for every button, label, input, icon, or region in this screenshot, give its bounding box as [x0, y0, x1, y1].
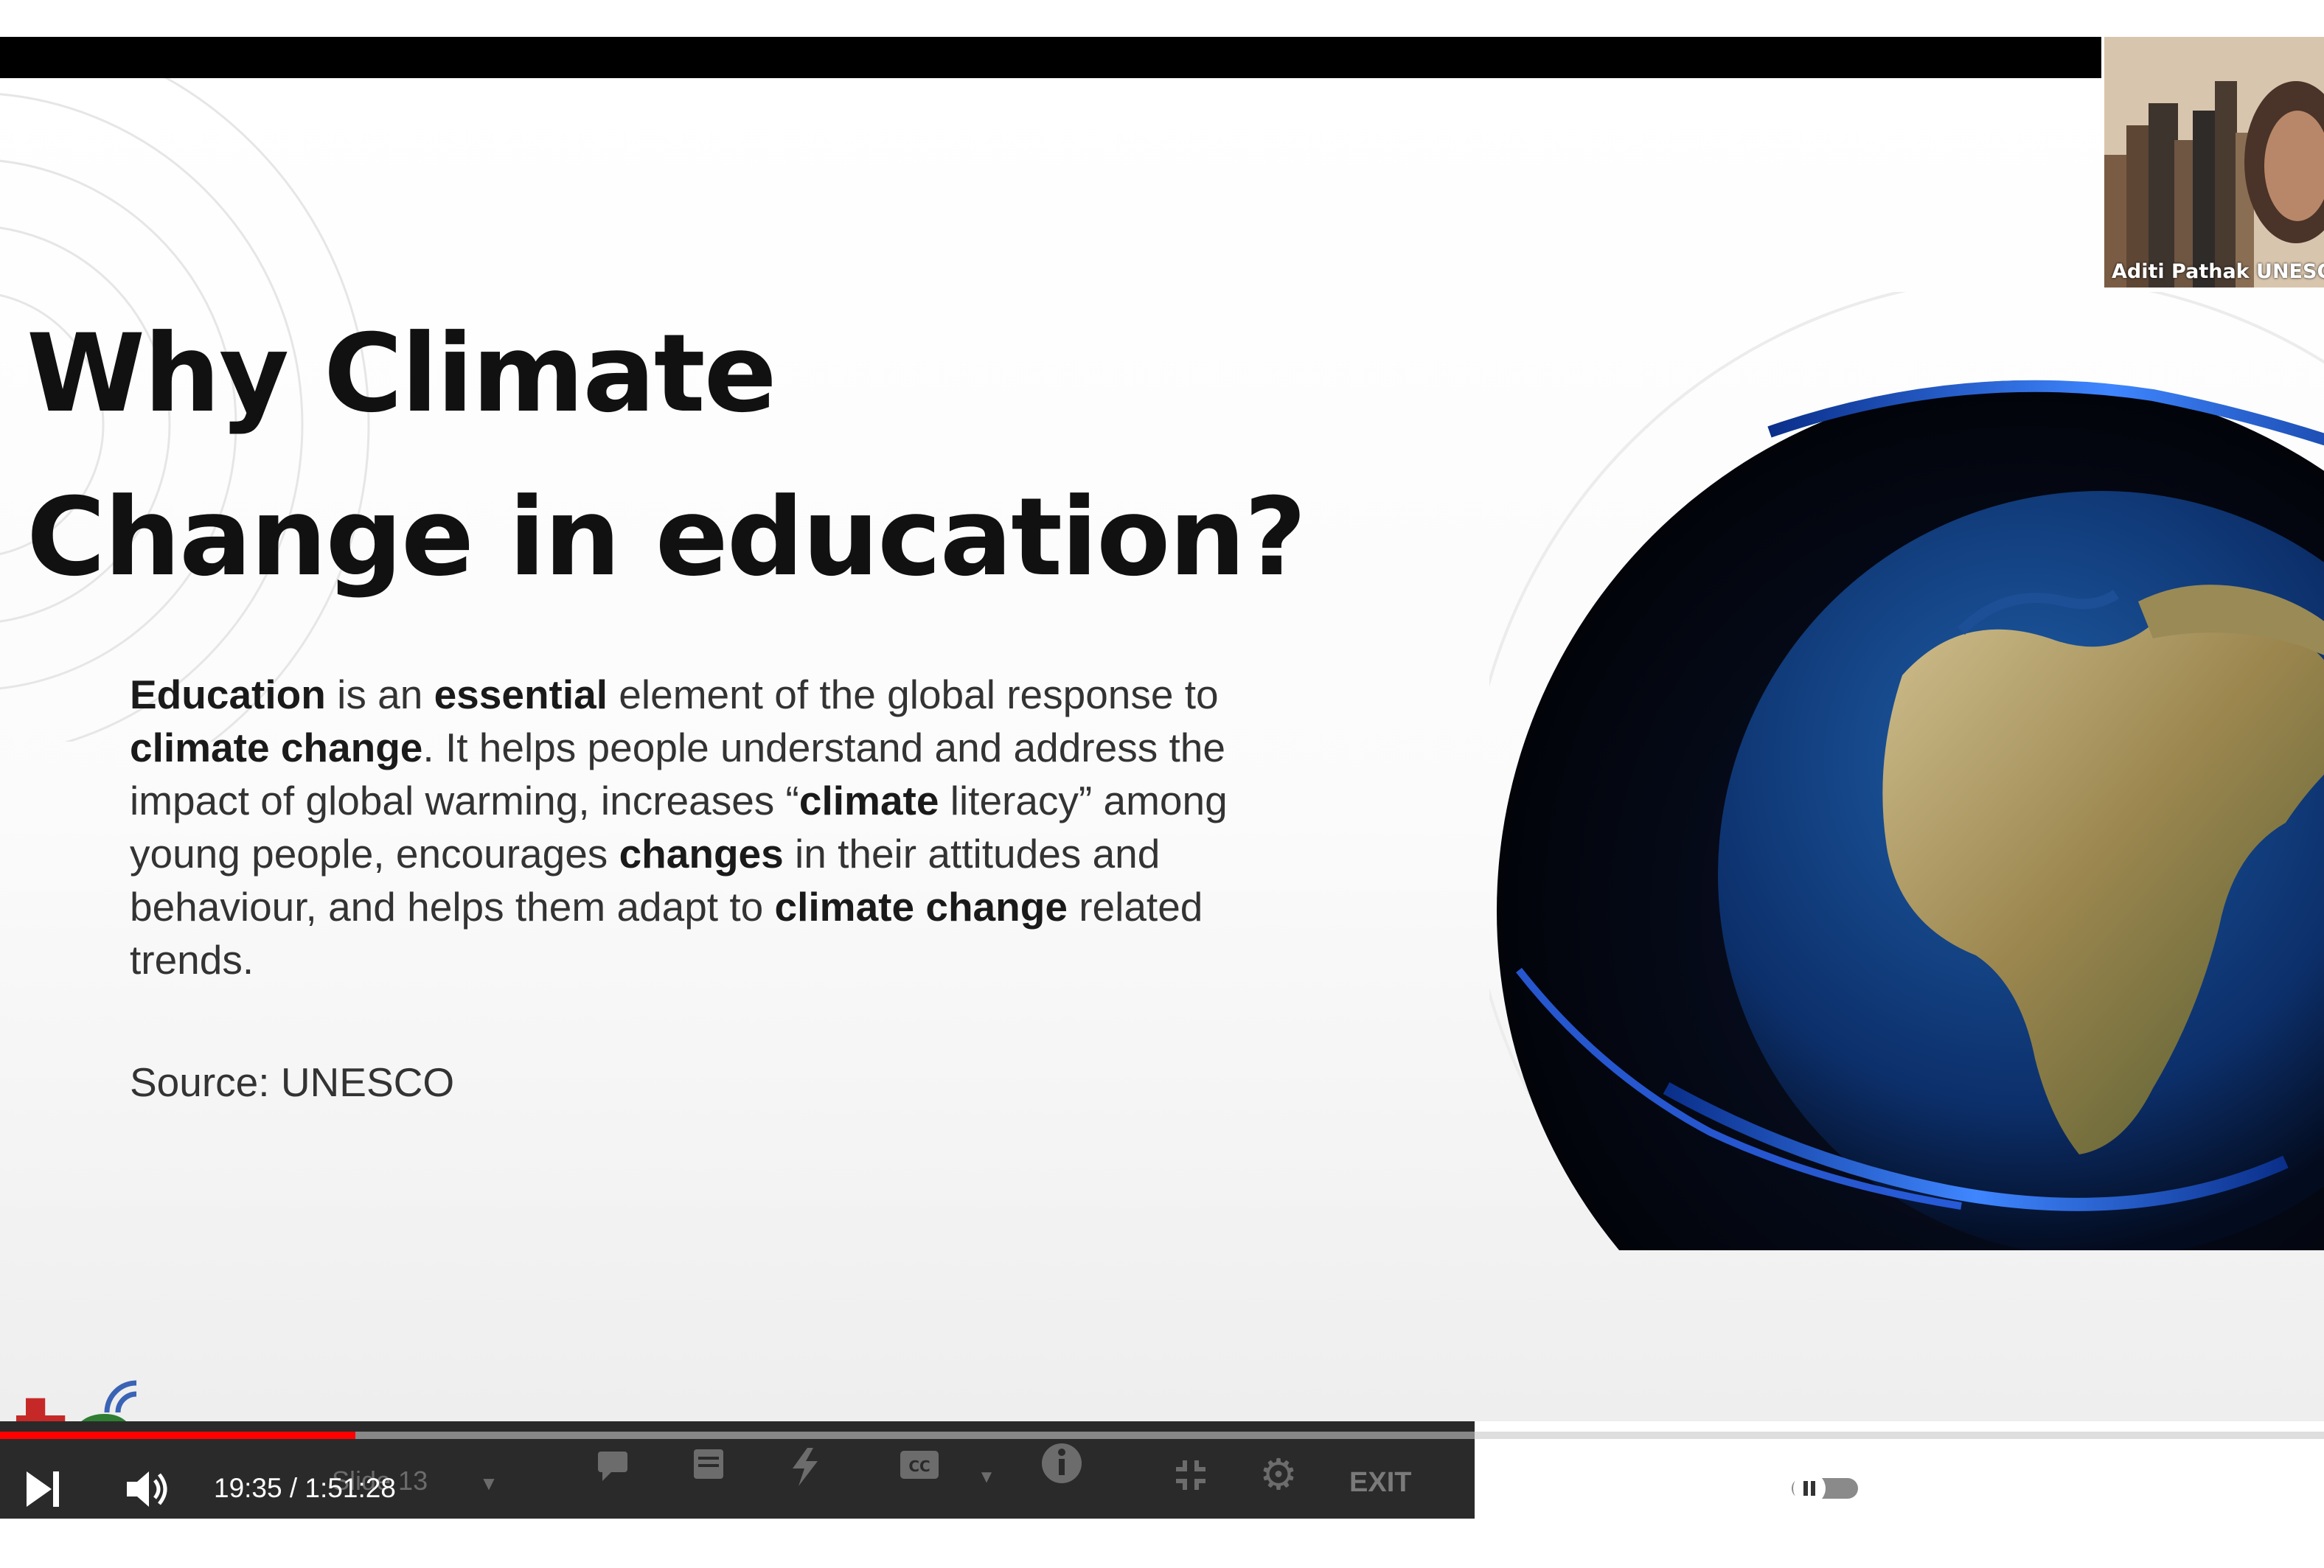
miniplayer-icon [2126, 1471, 2180, 1510]
video-time-display: 19:35 / 1:51:28 [214, 1473, 396, 1503]
chevron-down-icon: ▼ [479, 1472, 498, 1494]
emphasis-text: essential [434, 672, 608, 717]
subtitles-icon: CC [1914, 1471, 1964, 1508]
emphasis-text: climate change [130, 725, 423, 770]
gear-icon: ⚙ [2020, 1458, 2067, 1516]
emphasis-text: Education [130, 672, 326, 717]
volume-icon [127, 1471, 167, 1507]
slide-title: Why Climate Change in education? [27, 292, 1307, 619]
slide-body-text: Education is an essential element of the… [130, 668, 1250, 986]
info-icon [1042, 1443, 1082, 1483]
svg-text:CC: CC [1927, 1483, 1951, 1502]
emphasis-text: climate change [774, 884, 1068, 930]
logo-letter-e: e [66, 1383, 142, 1421]
collapse-icon [1176, 1460, 1206, 1490]
subtitles-button[interactable]: CC [1913, 1471, 1965, 1513]
emphasis-text: changes [619, 831, 784, 877]
exit-button[interactable]: EXIT [1349, 1467, 1411, 1499]
slide-title-line-1: Why Climate [27, 311, 777, 436]
chevron-down-icon: ▼ [978, 1467, 995, 1487]
presenter-settings-button[interactable]: ⚙ [1255, 1454, 1302, 1496]
next-button[interactable] [22, 1467, 66, 1515]
body-text-segment: is an [325, 672, 434, 717]
video-progress-played [0, 1432, 356, 1439]
pointer-button[interactable] [780, 1446, 832, 1491]
webcam-video-feed [2104, 37, 2324, 288]
notes-icon [694, 1449, 723, 1479]
video-bottom-letterbox [0, 1519, 2324, 1568]
captions-button[interactable]: CC [894, 1446, 945, 1487]
slide-source: Source: UNESCO [130, 1059, 455, 1105]
qa-button[interactable] [590, 1449, 641, 1488]
theater-mode-button[interactable] [2230, 1471, 2286, 1514]
autoplay-icon [1792, 1472, 1858, 1505]
logo-letter-t: t [15, 1383, 68, 1421]
miniplayer-button[interactable] [2125, 1471, 2181, 1514]
gear-icon: ⚙ [1259, 1451, 1298, 1499]
settings-button[interactable]: ⚙ [2020, 1461, 2067, 1513]
pointer-icon [793, 1448, 818, 1486]
skip-next-icon [27, 1471, 59, 1507]
captions-icon: CC [900, 1451, 939, 1479]
presentation-slide: Why Climate Change in education? Educati… [0, 78, 2324, 1421]
emphasis-text: climate [799, 778, 939, 823]
webcam-name-label: Aditi Pathak UNESC... [2112, 260, 2324, 283]
exit-fullscreen-button[interactable] [1169, 1456, 1213, 1498]
body-text-segment: element of the global response to [608, 672, 1219, 717]
video-top-letterbox [0, 37, 2101, 78]
theater-mode-icon [2231, 1473, 2286, 1508]
notes-button[interactable] [684, 1446, 736, 1487]
tech20-logo: t e c h 20 [15, 1368, 265, 1421]
autoplay-toggle[interactable] [1784, 1471, 1865, 1510]
presenter-webcam[interactable]: Aditi Pathak UNESC... [2101, 37, 2324, 288]
svg-text:CC: CC [908, 1457, 930, 1475]
qa-icon [598, 1452, 627, 1481]
tips-button[interactable] [1036, 1441, 1088, 1489]
mute-button[interactable] [124, 1467, 171, 1515]
earth-globe-image [1489, 292, 2324, 1250]
slide-title-line-2: Change in education? [27, 475, 1307, 600]
captions-dropdown[interactable]: ▼ [972, 1467, 1001, 1488]
